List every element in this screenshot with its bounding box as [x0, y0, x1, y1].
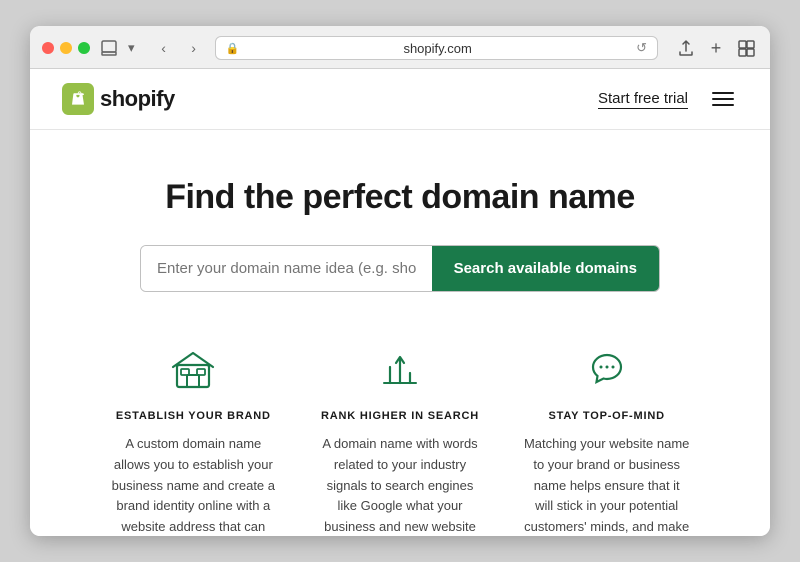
browser-window: ▾ ‹ › 🔒 shopify.com ↺ +	[30, 26, 770, 536]
establish-brand-icon	[166, 342, 220, 396]
traffic-lights	[42, 42, 90, 54]
shopify-logo-icon	[62, 83, 94, 115]
address-bar[interactable]: 🔒 shopify.com ↺	[215, 36, 658, 60]
address-text: shopify.com	[245, 41, 630, 56]
shopify-logo-text: shopify	[100, 86, 175, 112]
reload-button[interactable]: ↺	[636, 40, 647, 56]
forward-button[interactable]: ›	[181, 38, 207, 58]
close-button[interactable]	[42, 42, 54, 54]
hamburger-menu[interactable]	[708, 88, 738, 110]
feature-stay-top: STAY TOP-OF-MIND Matching your website n…	[503, 342, 710, 536]
rank-search-desc: A domain name with words related to your…	[317, 434, 484, 536]
back-button[interactable]: ‹	[151, 38, 177, 58]
shopify-navbar: shopify Start free trial	[30, 69, 770, 130]
page-title: Find the perfect domain name	[70, 178, 730, 217]
maximize-button[interactable]	[78, 42, 90, 54]
hamburger-line-2	[712, 98, 734, 100]
features-grid: ESTABLISH YOUR BRAND A custom domain nam…	[70, 342, 730, 536]
domain-search-bar: Search available domains	[140, 245, 660, 292]
tabs-button[interactable]	[734, 36, 758, 60]
domain-search-input[interactable]	[141, 246, 432, 291]
tab-icon[interactable]	[98, 39, 120, 57]
feature-establish-brand: ESTABLISH YOUR BRAND A custom domain nam…	[90, 342, 297, 536]
establish-brand-desc: A custom domain name allows you to estab…	[110, 434, 277, 536]
start-trial-link[interactable]: Start free trial	[598, 90, 688, 109]
search-domains-button[interactable]: Search available domains	[432, 246, 659, 291]
rank-search-icon	[373, 342, 427, 396]
shopify-logo[interactable]: shopify	[62, 83, 175, 115]
share-button[interactable]	[674, 36, 698, 60]
page-content: shopify Start free trial Find the perfec…	[30, 69, 770, 536]
nav-right: Start free trial	[598, 88, 738, 110]
stay-top-desc: Matching your website name to your brand…	[523, 434, 690, 536]
browser-chrome: ▾ ‹ › 🔒 shopify.com ↺ +	[30, 26, 770, 69]
lock-icon: 🔒	[226, 42, 240, 55]
new-tab-button[interactable]: +	[704, 36, 728, 60]
browser-toolbar-right: +	[674, 36, 758, 60]
hamburger-line-3	[712, 104, 734, 106]
establish-brand-title: ESTABLISH YOUR BRAND	[110, 410, 277, 422]
minimize-button[interactable]	[60, 42, 72, 54]
hamburger-line-1	[712, 92, 734, 94]
browser-controls: ‹ ›	[151, 38, 207, 58]
stay-top-title: STAY TOP-OF-MIND	[523, 410, 690, 422]
rank-search-title: RANK HIGHER IN SEARCH	[317, 410, 484, 422]
stay-top-icon	[580, 342, 634, 396]
feature-rank-search: RANK HIGHER IN SEARCH A domain name with…	[297, 342, 504, 536]
hero-section: Find the perfect domain name Search avai…	[30, 130, 770, 536]
